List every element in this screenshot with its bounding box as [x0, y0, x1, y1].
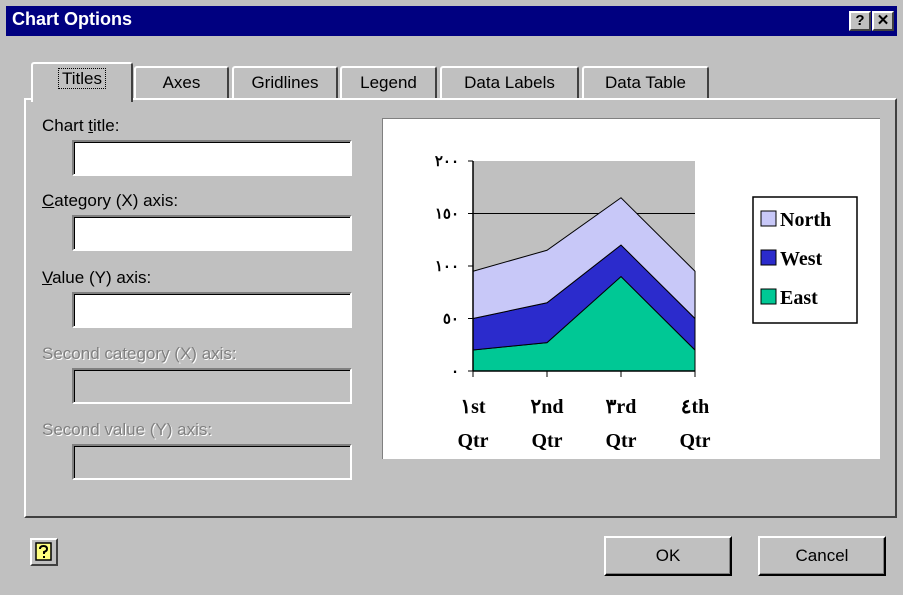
chart-title-field[interactable]	[72, 140, 352, 176]
y-tick-label: ١٠٠	[435, 259, 459, 275]
tab-legend[interactable]: Legend	[340, 66, 437, 100]
category-x-axis-field[interactable]	[72, 215, 352, 251]
help-button[interactable]: ?	[849, 11, 871, 31]
area-chart: ٠ ٥٠ ١٠٠ ١٥٠ ٢٠٠ ١st Qtr ٢nd Qtr ٣rd Qtr ٤th Qtr Nort…	[435, 154, 858, 452]
context-help-button[interactable]	[30, 538, 58, 566]
x-tick-label: ٢nd	[531, 396, 564, 418]
x-tick-label: ١st	[460, 396, 486, 418]
ok-button[interactable]: OK	[604, 536, 732, 576]
second-category-x-axis-field	[72, 368, 352, 404]
y-tick-label: ١٥٠	[435, 207, 459, 223]
legend-label-east: East	[780, 287, 818, 309]
x-tick-label: Qtr	[531, 430, 562, 452]
tab-data-table[interactable]: Data Table	[582, 66, 709, 100]
second-value-y-axis-label: Second value (Y) axis:	[42, 420, 213, 439]
y-tick-label: ٠	[451, 364, 459, 380]
legend-swatch-north	[760, 210, 777, 227]
y-tick-label: ٥٠	[443, 312, 459, 328]
second-value-y-axis-field	[72, 444, 352, 480]
chart-options-dialog: Chart Options ? ✕ Titles Axes Gridlines …	[0, 0, 903, 595]
legend-swatch-east	[760, 288, 777, 305]
y-tick-label: ٢٠٠	[435, 154, 459, 170]
x-tick-label: Qtr	[605, 430, 636, 452]
x-tick-label: ٤th	[681, 396, 710, 418]
chart-title-label: Chart title:	[42, 116, 120, 135]
tab-data-labels[interactable]: Data Labels	[440, 66, 579, 100]
close-button[interactable]: ✕	[872, 11, 894, 31]
chart-preview: ٠ ٥٠ ١٠٠ ١٥٠ ٢٠٠ ١st Qtr ٢nd Qtr ٣rd Qtr ٤th Qtr Nort…	[382, 118, 880, 459]
legend-label-west: West	[780, 248, 823, 270]
legend-label-north: North	[780, 209, 831, 231]
title-bar: Chart Options ? ✕	[6, 6, 897, 36]
tab-axes[interactable]: Axes	[134, 66, 229, 100]
x-tick-label: Qtr	[457, 430, 488, 452]
dialog-title: Chart Options	[12, 9, 132, 29]
x-tick-label: Qtr	[679, 430, 710, 452]
tab-titles[interactable]: Titles	[31, 62, 133, 102]
legend-swatch-west	[760, 249, 777, 266]
help-icon	[35, 542, 52, 561]
value-y-axis-field[interactable]	[72, 292, 352, 328]
cancel-button[interactable]: Cancel	[758, 536, 886, 576]
tab-gridlines[interactable]: Gridlines	[232, 66, 338, 100]
category-x-axis-label: Category (X) axis:	[42, 191, 179, 210]
value-y-axis-label: Value (Y) axis:	[42, 268, 152, 287]
x-tick-label: ٣rd	[606, 396, 637, 418]
second-category-x-axis-label: Second category (X) axis:	[42, 344, 237, 363]
